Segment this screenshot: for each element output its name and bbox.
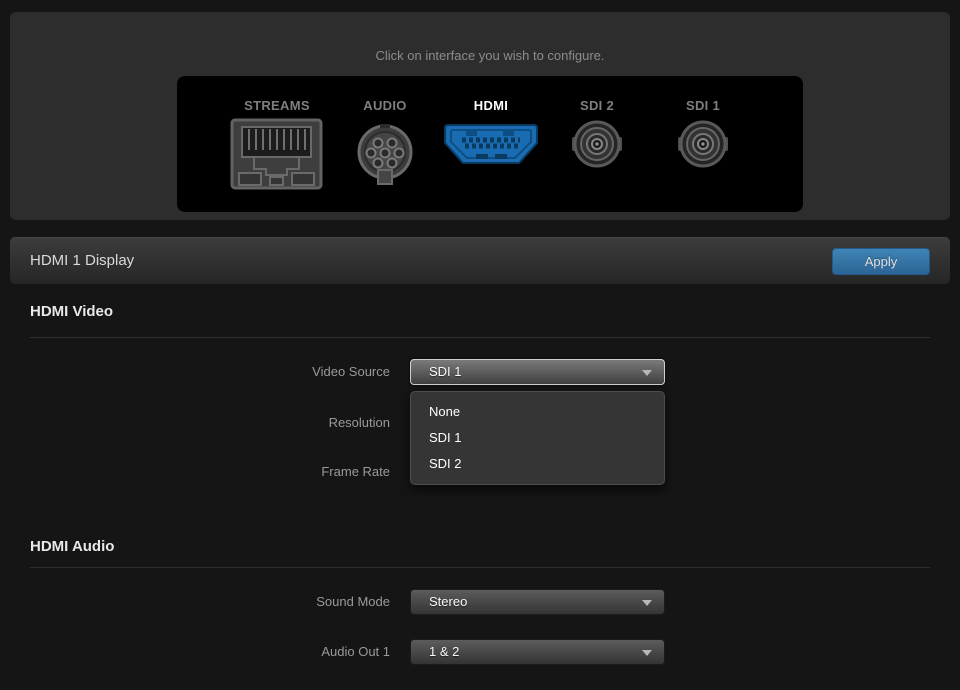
resolution-label: Resolution (150, 415, 390, 431)
page-header-bar (10, 237, 950, 284)
divider (30, 567, 930, 568)
sound-mode-label: Sound Mode (150, 594, 390, 610)
page-title: HDMI 1 Display (30, 252, 134, 269)
audio-out-1-value: 1 & 2 (429, 644, 459, 659)
dropdown-option-none[interactable]: None (411, 399, 664, 425)
chevron-down-icon (642, 370, 652, 376)
audio-section-heading: HDMI Audio (30, 538, 114, 555)
bnc-connector-icon (678, 119, 728, 169)
chevron-down-icon (642, 650, 652, 656)
apply-button[interactable]: Apply (832, 248, 930, 275)
instruction-text: Click on interface you wish to configure… (10, 48, 960, 63)
video-section-heading: HDMI Video (30, 303, 113, 320)
audio-out-1-label: Audio Out 1 (150, 644, 390, 660)
dropdown-option-sdi2[interactable]: SDI 2 (411, 451, 664, 477)
sound-mode-select[interactable]: Stereo (410, 589, 665, 615)
divider (30, 337, 930, 338)
din-connector-icon (356, 123, 414, 187)
connector-streams-label: STREAMS (222, 98, 332, 114)
audio-out-1-select[interactable]: 1 & 2 (410, 639, 665, 665)
hdmi-port-icon (440, 123, 542, 167)
connector-sdi1-label: SDI 1 (648, 98, 758, 114)
video-source-select[interactable]: SDI 1 (410, 359, 665, 385)
video-source-dropdown: None SDI 1 SDI 2 (410, 391, 665, 485)
ethernet-jack-icon (230, 118, 323, 190)
bnc-connector-icon (572, 119, 622, 169)
connector-sdi2-label: SDI 2 (542, 98, 652, 114)
connector-audio-label: AUDIO (330, 98, 440, 114)
interface-selector-panel: Click on interface you wish to configure… (10, 12, 950, 220)
sound-mode-value: Stereo (429, 594, 467, 609)
chevron-down-icon (642, 600, 652, 606)
dropdown-option-sdi1[interactable]: SDI 1 (411, 425, 664, 451)
video-source-label: Video Source (150, 364, 390, 380)
connector-hdmi-label: HDMI (436, 98, 546, 114)
video-source-value: SDI 1 (429, 364, 462, 379)
frame-rate-label: Frame Rate (150, 464, 390, 480)
